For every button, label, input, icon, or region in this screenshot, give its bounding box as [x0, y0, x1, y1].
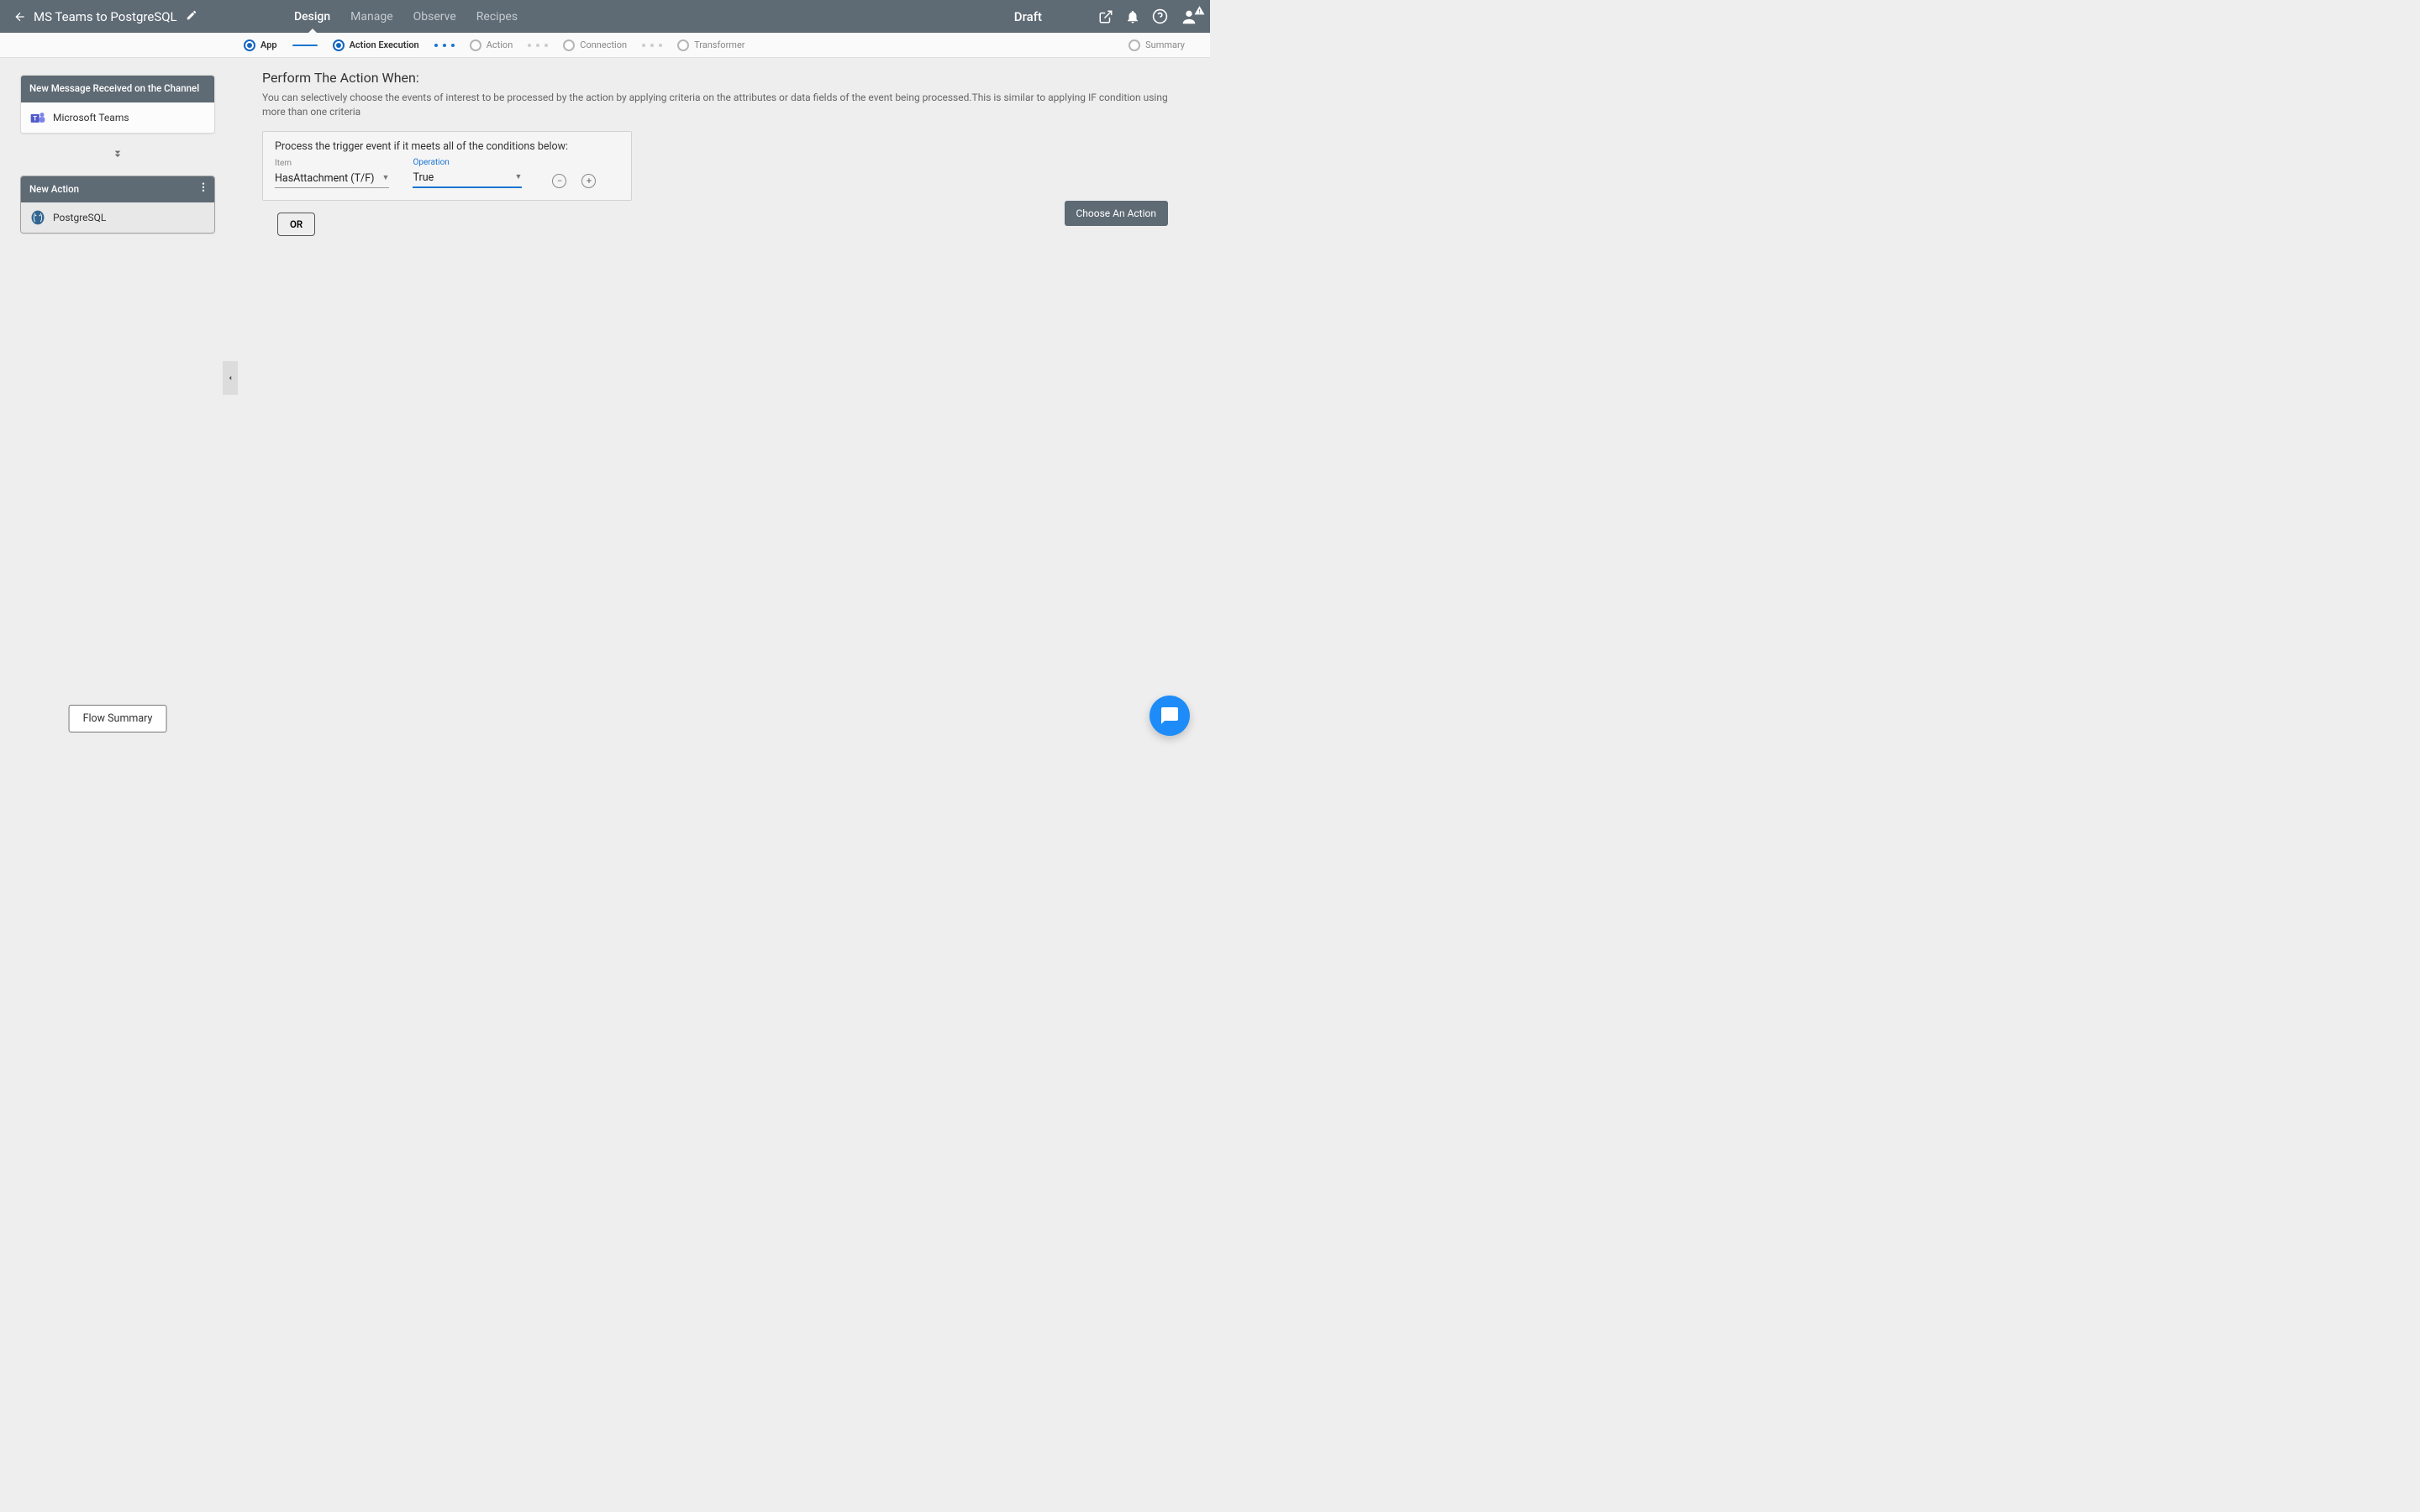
- card-header: New Action: [21, 176, 214, 203]
- step-label: App: [260, 39, 277, 50]
- main-layout: New Message Received on the Channel T Mi…: [0, 58, 1210, 756]
- remove-condition-icon[interactable]: −: [552, 174, 566, 188]
- postgres-icon: [29, 209, 46, 226]
- step-radio-icon: [563, 39, 575, 51]
- notifications-icon[interactable]: [1125, 9, 1140, 24]
- or-button[interactable]: OR: [277, 213, 315, 236]
- help-icon[interactable]: [1152, 8, 1168, 24]
- step-label: Action Execution: [350, 39, 419, 50]
- sidebar: New Message Received on the Channel T Mi…: [0, 58, 235, 756]
- progress-stepper: App Action Execution Action Connection T…: [0, 33, 1210, 58]
- tab-observe[interactable]: Observe: [413, 0, 456, 33]
- step-radio-icon: [333, 39, 345, 51]
- flow-down-icon: [20, 147, 215, 164]
- operation-value: True: [413, 169, 522, 188]
- item-value: HasAttachment (T/F): [275, 170, 389, 188]
- step-action[interactable]: Action: [470, 39, 513, 51]
- step-radio-icon: [470, 39, 481, 51]
- tab-design[interactable]: Design: [294, 0, 330, 33]
- content-area: Perform The Action When: You can selecti…: [235, 58, 1210, 756]
- choose-action-button[interactable]: Choose An Action: [1065, 201, 1169, 226]
- top-header: MS Teams to PostgreSQL Design Manage Obs…: [0, 0, 1210, 33]
- item-label: Item: [275, 159, 389, 168]
- tab-manage[interactable]: Manage: [350, 0, 392, 33]
- section-title: Perform The Action When:: [262, 70, 1176, 86]
- step-radio-icon: [1128, 39, 1140, 51]
- step-label: Transformer: [694, 39, 744, 50]
- flow-title: MS Teams to PostgreSQL: [34, 9, 177, 24]
- card-body: T Microsoft Teams: [21, 102, 214, 133]
- step-action-execution[interactable]: Action Execution: [333, 39, 419, 51]
- item-field-group: Item HasAttachment (T/F) ▼: [275, 159, 389, 188]
- app-label: Microsoft Teams: [53, 112, 129, 123]
- svg-text:T: T: [33, 114, 37, 122]
- operation-field-group: Operation True ▼: [413, 158, 522, 188]
- header-tabs: Design Manage Observe Recipes: [294, 0, 518, 33]
- card-body: PostgreSQL: [21, 202, 214, 233]
- condition-actions: − +: [552, 174, 596, 188]
- step-transformer[interactable]: Transformer: [677, 39, 744, 51]
- card-header: New Message Received on the Channel: [21, 76, 214, 102]
- step-label: Connection: [580, 39, 627, 50]
- step-radio-icon: [677, 39, 689, 51]
- open-external-icon[interactable]: [1098, 9, 1113, 24]
- header-icon-group: [1098, 8, 1198, 26]
- section-description: You can selectively choose the events of…: [262, 91, 1176, 119]
- tab-recipes[interactable]: Recipes: [476, 0, 518, 33]
- operation-label: Operation: [413, 158, 522, 167]
- app-label: PostgreSQL: [53, 212, 106, 223]
- step-app[interactable]: App: [244, 39, 277, 51]
- card-more-icon[interactable]: [197, 181, 209, 197]
- flow-summary-button[interactable]: Flow Summary: [69, 705, 167, 732]
- step-label: Summary: [1145, 39, 1185, 50]
- edit-title-icon[interactable]: [186, 8, 197, 24]
- step-connector: [528, 44, 548, 47]
- step-radio-icon: [244, 39, 255, 51]
- condition-row: Item HasAttachment (T/F) ▼ Operation Tru…: [275, 158, 619, 188]
- step-connector: [642, 44, 662, 47]
- condition-box-label: Process the trigger event if it meets al…: [275, 140, 619, 153]
- step-summary[interactable]: Summary: [1128, 39, 1185, 51]
- user-profile-icon[interactable]: [1180, 8, 1198, 26]
- back-button[interactable]: [13, 10, 27, 24]
- step-connector-solid: [292, 45, 318, 46]
- action-card[interactable]: New Action PostgreSQL: [20, 176, 215, 234]
- trigger-card[interactable]: New Message Received on the Channel T Mi…: [20, 75, 215, 134]
- step-connector: [434, 44, 455, 47]
- add-condition-icon[interactable]: +: [581, 174, 596, 188]
- status-label: Draft: [1014, 9, 1042, 24]
- item-dropdown[interactable]: HasAttachment (T/F) ▼: [275, 170, 389, 188]
- teams-icon: T: [29, 109, 46, 126]
- chat-bubble-button[interactable]: [1150, 696, 1190, 736]
- step-connection[interactable]: Connection: [563, 39, 627, 51]
- operation-dropdown[interactable]: True ▼: [413, 169, 522, 188]
- condition-box: Process the trigger event if it meets al…: [262, 131, 632, 201]
- card-header-text: New Action: [29, 183, 79, 195]
- step-label: Action: [487, 39, 513, 50]
- sidebar-collapse-handle[interactable]: [223, 361, 238, 395]
